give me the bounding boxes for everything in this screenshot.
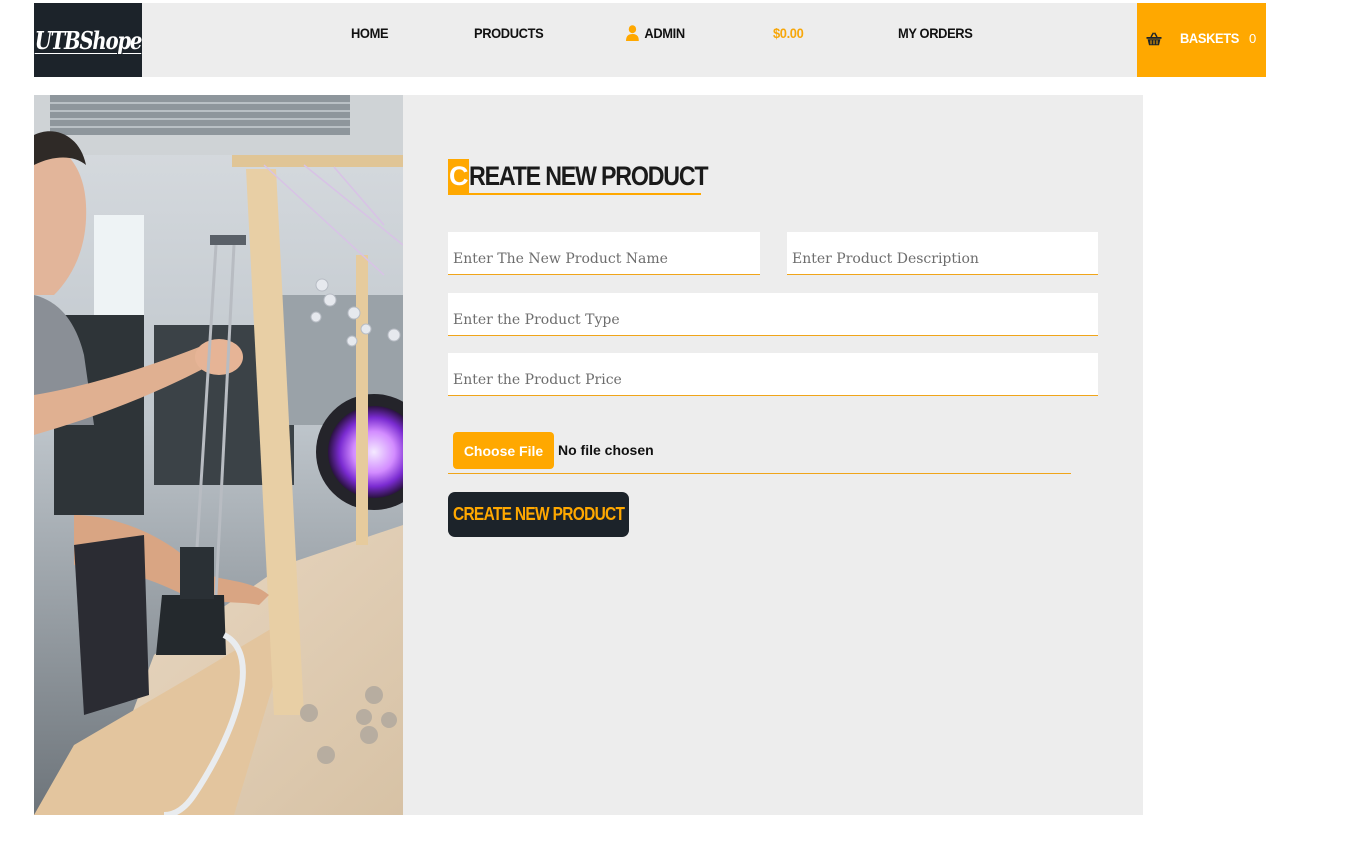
create-product-panel: CREATE NEW PRODUCT Choose File No file c… bbox=[403, 95, 1143, 815]
title-text: REATE NEW PRODUCT bbox=[468, 161, 709, 191]
product-hero-image bbox=[34, 95, 403, 815]
choose-file-button[interactable]: Choose File bbox=[453, 432, 554, 469]
basket-icon bbox=[1146, 32, 1162, 46]
site-logo[interactable]: UTBShope bbox=[34, 3, 143, 77]
product-name-input[interactable] bbox=[448, 232, 760, 275]
nav-products[interactable]: PRODUCTS bbox=[474, 23, 544, 43]
basket-count: 0 bbox=[1249, 31, 1257, 46]
user-icon bbox=[626, 25, 639, 41]
product-type-input[interactable] bbox=[448, 293, 1098, 336]
nav-home[interactable]: HOME bbox=[351, 23, 389, 43]
basket-button[interactable]: BASKETS 0 bbox=[1137, 3, 1266, 77]
title-first-letter: C bbox=[448, 159, 469, 193]
file-upload-field: Choose File No file chosen bbox=[448, 428, 1071, 474]
basket-label: BASKETS bbox=[1180, 30, 1239, 46]
page-title: C REATE NEW PRODUCT bbox=[448, 159, 709, 195]
product-description-input[interactable] bbox=[787, 232, 1098, 275]
create-product-button[interactable]: CREATE NEW PRODUCT bbox=[448, 492, 629, 537]
logo-text: UTBShope bbox=[34, 25, 143, 55]
site-header: UTBShope HOME PRODUCTS ADMIN $0.00 MY OR… bbox=[34, 3, 1266, 77]
file-status-text: No file chosen bbox=[558, 442, 654, 458]
nav-my-orders[interactable]: MY ORDERS bbox=[898, 23, 973, 43]
nav-admin-label: ADMIN bbox=[644, 25, 685, 41]
nav-admin[interactable]: ADMIN bbox=[626, 23, 685, 43]
nav-balance[interactable]: $0.00 bbox=[773, 23, 804, 43]
product-price-input[interactable] bbox=[448, 353, 1098, 396]
create-product-button-label: CREATE NEW PRODUCT bbox=[452, 504, 625, 524]
workshop-photo bbox=[34, 95, 403, 815]
